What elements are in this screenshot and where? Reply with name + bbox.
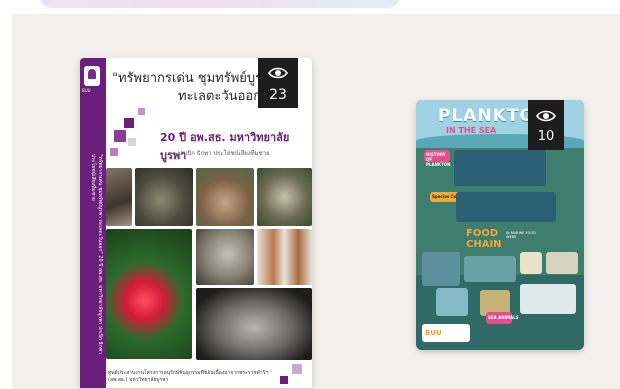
poster-diagram-2: [464, 256, 516, 282]
sea-animals-label: SEA ANIMALS: [488, 315, 519, 320]
poster-logo-text: BUU: [425, 329, 442, 337]
photo-coral: [135, 168, 193, 226]
poster-title: PLANKTO: [438, 106, 535, 126]
publisher-line1: ศูนย์ประสานงานโครงการอนุรักษ์พันธุกรรมพื…: [108, 370, 269, 376]
decor-square: [280, 376, 288, 384]
photo-shells: [106, 168, 132, 226]
poster-diagram-1: [422, 252, 460, 286]
university-logo: [84, 66, 100, 86]
decor-square: [292, 364, 302, 374]
history-label: HISTORY OF PLANKTON: [426, 152, 451, 167]
food-chain-line2: CHAIN: [466, 239, 502, 250]
decor-square: [114, 130, 126, 142]
publisher-line2: (อพ.สธ.) มหาวิทยาลัยบูรพา: [108, 377, 169, 383]
decor-square: [128, 138, 136, 146]
photo-shell-on-rock: [196, 168, 254, 226]
book-title-line2: ทะเลตะวันออก: [178, 89, 262, 104]
book-card-marine-resources[interactable]: BUU "ทรัพยากรเด่น ชุมทรัพย์บูรพา ทะเลตะว…: [80, 58, 312, 388]
decor-square: [110, 148, 118, 156]
poster-diagram-5: [436, 288, 468, 316]
book-authors: ปกเปิก ธิกพา ประโยชน์เสียงที่มชาย: [178, 150, 270, 157]
photo-cone-shells: [257, 229, 312, 285]
view-count: 23: [269, 87, 287, 103]
photo-red-flower: [106, 229, 192, 359]
book-title-line1: "ทรัพยากรเด่น ชุมทรัพย์บูรพา: [112, 71, 279, 86]
book-subtitle: 20 ปี อพ.สธ. มหาวิทยาลัยบูรพา: [160, 131, 290, 162]
poster-subtitle: IN THE SEA: [446, 126, 497, 135]
book-cover-spine: BUU "ทรัพยากรเด่น ชุมทรัพย์บูรพา ทะเลตะว…: [80, 58, 106, 388]
history-text-box: [454, 150, 546, 186]
view-count-badge: 10: [528, 100, 564, 150]
photo-clam: [196, 229, 254, 285]
decor-square: [124, 118, 134, 128]
book-card-plankton-in-the-sea[interactable]: PLANKTO IN THE SEA HISTORY OF PLANKTON S…: [416, 100, 584, 350]
poster-diagram-3: [520, 252, 542, 274]
poster-whale: [520, 284, 576, 314]
food-chain-line1: FOOD: [466, 228, 499, 239]
photo-sea-urchin: [257, 168, 312, 226]
top-strip: [0, 0, 620, 14]
book-publisher: ศูนย์ประสานงานโครงการอนุรักษ์พันธุกรรมพื…: [108, 370, 306, 384]
view-count-badge: 23: [258, 58, 298, 108]
food-chain-title: FOOD CHAIN: [466, 228, 502, 250]
food-chain-note: IN MARINE FOOD WEBS: [506, 231, 536, 239]
spine-text: "ทรัพยากรเด่น ชุมทรัพย์บูรพา ทะเลตะวันออ…: [90, 154, 103, 354]
view-count: 10: [537, 129, 555, 144]
photo-crab: [196, 288, 312, 360]
decor-square: [138, 108, 145, 115]
header-banner-edge: [40, 0, 400, 8]
species-text-box: [456, 192, 556, 222]
eye-icon: [536, 110, 556, 122]
poster-diagram-4: [546, 252, 578, 274]
eye-icon: [268, 67, 288, 79]
university-logo-text: BUU: [82, 88, 91, 93]
